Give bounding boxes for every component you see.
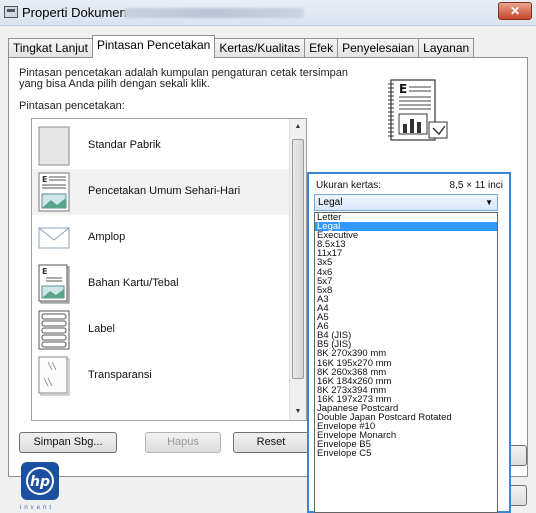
list-item[interactable]: E Bahan Kartu/Tebal [32,261,290,307]
shortcut-label: Bahan Kartu/Tebal [88,277,179,289]
redacted-document-name [124,8,304,18]
shortcuts-description: Pintasan pencetakan adalah kumpulan peng… [19,67,349,90]
shortcuts-scrollbar[interactable]: ▲ ▼ [289,119,306,420]
document-preview-icon: E [388,79,448,141]
save-as-button[interactable]: Simpan Sbg... [19,432,117,453]
paper-size-options[interactable]: Letter Legal Executive 8.5x13 11x17 3x5 4x6 5x7… [314,212,498,513]
document-image-icon: E [38,172,70,212]
paper-size-value: 8,5 × 11 inci [449,180,503,191]
paper-size-option[interactable]: Envelope C5 [315,449,497,459]
hp-logo: hp [21,462,59,500]
tab-advanced[interactable]: Tingkat Lanjut [8,38,93,58]
paper-size-select[interactable]: Legal ▼ [314,194,498,211]
paper-size-option[interactable]: A3 [315,295,497,305]
paper-size-option[interactable]: 5x7 [315,276,497,286]
svg-text:hp: hp [30,474,50,490]
shortcuts-label: Pintasan pencetakan: [19,100,125,112]
paper-size-option[interactable]: Letter [315,213,497,222]
card-stock-icon: E [38,264,70,304]
paper-size-option[interactable]: A5 [315,313,497,323]
shortcuts-list[interactable]: Standar Pabrik E Pencetakan Umum Sehari-… [31,118,307,421]
hp-tagline: invent [20,505,55,511]
list-item[interactable]: Standar Pabrik [32,123,290,169]
tab-services[interactable]: Layanan [418,38,475,58]
scroll-thumb[interactable] [292,139,304,379]
svg-text:E: E [42,175,47,184]
scroll-down-icon[interactable]: ▼ [290,404,306,420]
scroll-up-icon[interactable]: ▲ [290,119,306,135]
chevron-down-icon[interactable]: ▼ [485,195,493,210]
tab-strip: Tingkat Lanjut Pintasan Pencetakan Kerta… [8,35,475,58]
paper-size-option[interactable]: 3x5 [315,258,497,268]
reset-button[interactable]: Reset [233,432,309,453]
paper-size-label: Ukuran kertas: [316,180,382,191]
shortcut-label: Amplop [88,231,126,243]
paper-size-option[interactable]: 8.5x13 [315,240,497,250]
shortcut-label: Transparansi [88,369,152,381]
blank-page-icon [38,126,70,166]
envelope-icon [38,227,70,249]
svg-text:E: E [42,267,47,276]
paper-size-selected: Legal [318,197,343,208]
shortcut-label: Pencetakan Umum Sehari-Hari [88,185,241,197]
tab-finishing[interactable]: Penyelesaian [337,38,420,58]
delete-button[interactable]: Hapus [145,432,221,453]
window-title: Properti Dokumen [22,5,127,20]
tab-effects[interactable]: Efek [304,38,339,58]
close-button[interactable]: ✕ [498,2,532,20]
paper-size-option[interactable]: 11x17 [315,249,497,259]
title-bar: Properti Dokumen ✕ [0,0,536,26]
list-item[interactable]: E Pencetakan Umum Sehari-Hari [32,169,290,215]
paper-size-callout: Ukuran kertas: 8,5 × 11 inci Legal ▼ Let… [307,172,511,513]
svg-text:E: E [399,82,407,96]
shortcut-label: Label [88,323,115,335]
list-item[interactable]: Transparansi [32,353,290,399]
transparency-icon [38,356,70,396]
tab-printing-shortcuts[interactable]: Pintasan Pencetakan [91,35,216,58]
shortcut-label: Standar Pabrik [88,139,161,151]
paper-size-option[interactable]: A4 [315,304,497,314]
printer-icon [4,6,18,18]
label-sheet-icon [38,310,70,350]
paper-size-option[interactable]: 4x6 [315,267,497,277]
tab-paper-quality[interactable]: Kertas/Kualitas [214,38,306,58]
list-item[interactable]: Amplop [32,215,290,261]
list-item[interactable]: Label [32,307,290,353]
paper-size-option[interactable]: 5x8 [315,285,497,295]
